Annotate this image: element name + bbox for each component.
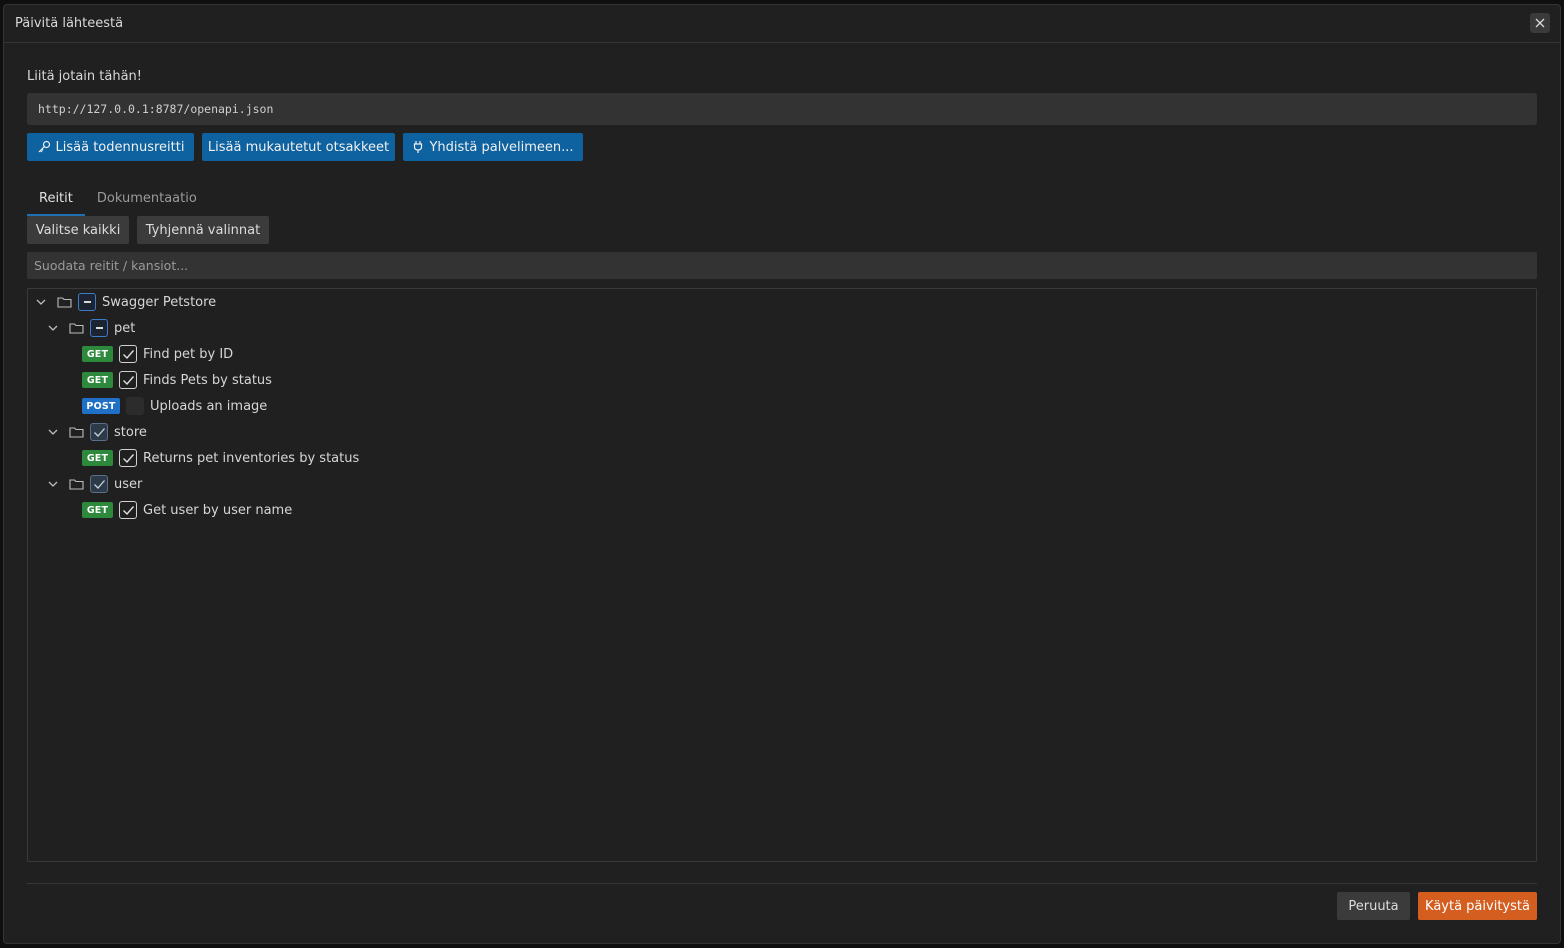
source-actions: Lisää todennusreitti Lisää mukautetut ot… [27,133,583,161]
key-icon [38,140,50,153]
tab-bar: Reitit Dokumentaatio [27,188,209,216]
tree-folder-pet: pet [46,315,135,341]
add-custom-headers-label: Lisää mukautetut otsakkeet [207,139,390,155]
folder-label-user: user [114,476,143,492]
route-label: Find pet by ID [143,346,234,362]
folder-icon [68,477,84,491]
folder-label-pet: pet [114,320,136,336]
folder-checkbox-user[interactable] [90,475,108,493]
footer-divider [27,883,1537,884]
dialog-footer: Peruuta Käytä päivitystä [1337,892,1537,920]
connect-server-button[interactable]: Yhdistä palvelimeen... [403,133,583,161]
tree-route: GET Find pet by ID [82,341,233,367]
folder-icon [56,295,72,309]
update-from-source-dialog: Päivitä lähteestä Liitä jotain tähän! Li… [3,4,1561,944]
select-all-button[interactable]: Valitse kaikki [27,216,129,244]
clear-selection-button[interactable]: Tyhjennä valinnat [137,216,269,244]
check-icon [122,375,134,385]
method-badge: GET [82,372,113,388]
connect-server-label: Yhdistä palvelimeen... [429,139,574,155]
dialog-titlebar: Päivitä lähteestä [4,5,1560,43]
tree-route: POST Uploads an image [82,393,267,419]
check-icon [93,479,105,489]
method-badge: GET [82,346,113,362]
folder-icon [68,425,84,439]
route-checkbox[interactable] [119,501,137,519]
add-auth-route-label: Lisää todennusreitti [55,139,185,155]
route-label: Uploads an image [150,398,268,414]
route-label: Finds Pets by status [143,372,272,388]
chevron-down-icon[interactable] [34,295,48,309]
tree-route: GET Returns pet inventories by status [82,445,359,471]
folder-icon [68,321,84,335]
close-icon [1535,18,1545,28]
check-icon [122,505,134,515]
root-checkbox[interactable] [78,293,96,311]
check-icon [93,427,105,437]
plug-icon [414,141,423,153]
check-icon [122,453,134,463]
tree-root-label: Swagger Petstore [102,294,217,310]
route-checkbox[interactable] [119,371,137,389]
method-badge: GET [82,502,113,518]
method-badge: POST [82,398,120,414]
tree-folder-store: store [46,419,147,445]
url-input[interactable] [27,93,1537,125]
route-checkbox[interactable] [119,449,137,467]
method-badge: GET [82,450,113,466]
route-tree: Swagger Petstore pet GET Find pet by ID … [27,288,1537,862]
folder-checkbox-pet[interactable] [90,319,108,337]
route-checkbox[interactable] [126,397,144,415]
route-label: Returns pet inventories by status [143,450,360,466]
check-icon [122,349,134,359]
paste-label: Liitä jotain tähän! [27,69,142,84]
chevron-down-icon[interactable] [46,321,60,335]
close-button[interactable] [1530,13,1550,33]
apply-update-button[interactable]: Käytä päivitystä [1418,892,1537,920]
dialog-title: Päivitä lähteestä [15,16,124,31]
tab-routes[interactable]: Reitit [27,188,85,216]
add-custom-headers-button[interactable]: Lisää mukautetut otsakkeet [202,133,395,161]
add-auth-route-button[interactable]: Lisää todennusreitti [27,133,194,161]
chevron-down-icon[interactable] [46,425,60,439]
route-checkbox[interactable] [119,345,137,363]
chevron-down-icon[interactable] [46,477,60,491]
tree-route: GET Get user by user name [82,497,292,523]
cancel-button[interactable]: Peruuta [1337,892,1410,920]
folder-checkbox-store[interactable] [90,423,108,441]
selection-actions: Valitse kaikki Tyhjennä valinnat [27,216,269,244]
route-label: Get user by user name [143,502,293,518]
folder-label-store: store [114,424,147,440]
tab-documentation[interactable]: Dokumentaatio [85,188,209,216]
tree-folder-user: user [46,471,142,497]
tree-root: Swagger Petstore [34,289,216,315]
tree-route: GET Finds Pets by status [82,367,272,393]
route-filter-input[interactable] [27,252,1537,279]
